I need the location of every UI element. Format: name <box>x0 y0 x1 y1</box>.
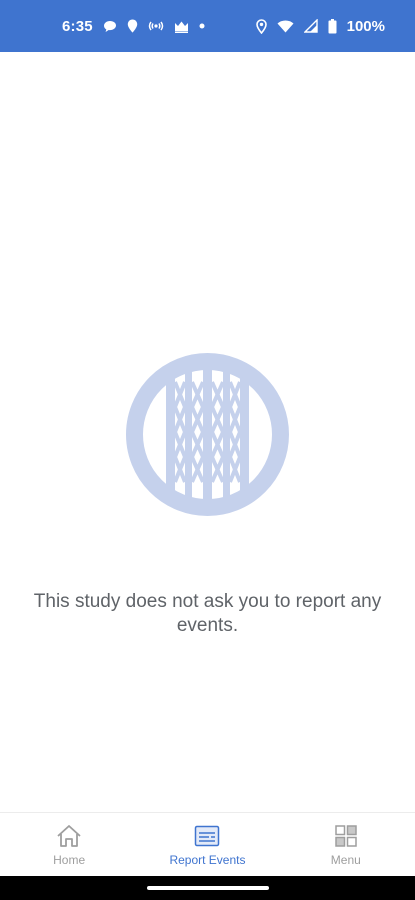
crown-icon <box>174 20 189 33</box>
nav-item-home[interactable]: Home <box>0 813 138 876</box>
wifi-icon <box>277 20 294 33</box>
chat-bubble-icon <box>103 20 117 33</box>
study-logo-icon <box>125 352 290 517</box>
status-time: 6:35 <box>62 17 93 35</box>
nav-label-report-events: Report Events <box>169 852 246 867</box>
system-gesture-area <box>0 876 415 900</box>
main-content: This study does not ask you to report an… <box>0 52 415 812</box>
gesture-handle[interactable] <box>146 886 269 890</box>
location-pin-icon <box>127 19 138 33</box>
app-screen: 6:35 100% This study does not ask you to… <box>0 0 415 900</box>
nav-label-home: Home <box>53 852 86 867</box>
home-icon <box>55 823 83 849</box>
empty-state-message: This study does not ask you to report an… <box>33 591 382 636</box>
status-right: 100% <box>255 17 385 35</box>
bottom-navigation: Home Report Events Menu <box>0 812 415 876</box>
status-bar: 6:35 100% <box>0 0 415 52</box>
radio-waves-icon <box>148 20 164 32</box>
nav-item-menu[interactable]: Menu <box>277 813 415 876</box>
report-events-icon <box>194 823 220 849</box>
battery-percent: 100% <box>346 17 385 35</box>
dot-icon <box>199 23 205 29</box>
status-left: 6:35 <box>62 18 205 35</box>
menu-grid-icon <box>335 823 357 849</box>
battery-icon <box>328 18 337 34</box>
signal-icon <box>303 19 318 33</box>
location-icon <box>255 18 267 34</box>
nav-item-report-events[interactable]: Report Events <box>138 813 276 876</box>
nav-label-menu: Menu <box>330 852 361 867</box>
